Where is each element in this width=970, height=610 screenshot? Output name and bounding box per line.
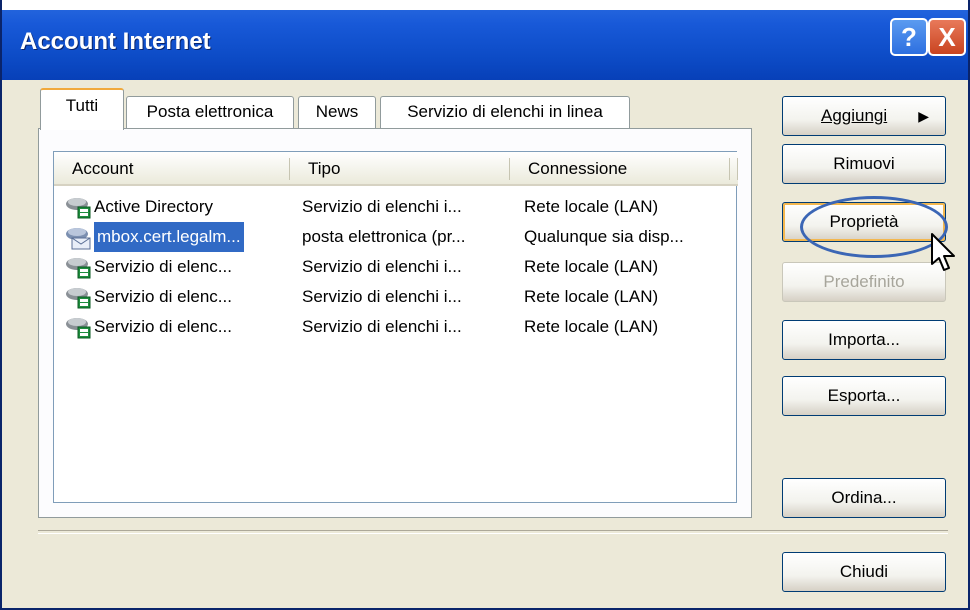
tab-servizio-elenchi[interactable]: Servizio di elenchi in linea [380,96,630,128]
aggiungi-label: Aggiungi [821,106,888,125]
mouse-pointer-icon [931,233,955,271]
column-header-account[interactable]: Account [54,152,290,186]
aggiungi-button[interactable]: Aggiungi ▶ [782,96,946,136]
column-header-filler [730,152,738,186]
importa-button[interactable]: Importa... [782,320,946,360]
window-title: Account Internet [20,28,211,55]
column-header-tipo[interactable]: Tipo [290,152,510,186]
list-item[interactable]: Servizio di elenc... Servizio di elenchi … [54,252,738,282]
account-name: Servizio di elenc... [94,257,232,276]
rimuovi-button[interactable]: Rimuovi [782,144,946,184]
arrow-right-icon: ▶ [918,108,929,124]
account-type: Servizio di elenchi i... [302,197,462,216]
account-type: Servizio di elenchi i... [302,287,462,306]
title-bar[interactable]: Account Internet ? X [2,0,968,80]
directory-service-icon [64,196,92,220]
close-button[interactable]: X [928,18,966,56]
list-item[interactable]: Servizio di elenc... Servizio di elenchi … [54,282,738,312]
account-type: Servizio di elenchi i... [302,257,462,276]
account-name: Servizio di elenc... [94,287,232,306]
account-connection: Rete locale (LAN) [524,287,659,306]
help-button[interactable]: ? [890,18,928,56]
account-connection: Rete locale (LAN) [524,257,659,276]
directory-service-icon [64,316,92,340]
list-item[interactable]: Active Directory Servizio di elenchi i...… [54,192,738,222]
account-connection: Rete locale (LAN) [524,197,659,216]
account-connection: Qualunque sia disp... [524,227,684,246]
account-internet-dialog: Account Internet ? X Tutti Posta elettro… [0,0,970,610]
directory-service-icon [64,256,92,280]
account-type: Servizio di elenchi i... [302,317,462,336]
account-type: posta elettronica (pr... [302,227,466,246]
tab-tutti[interactable]: Tutti [40,88,124,130]
directory-service-icon [64,286,92,310]
account-connection: Rete locale (LAN) [524,317,659,336]
account-name: mbox.cert.legalm... [94,222,244,252]
chiudi-button[interactable]: Chiudi [782,552,946,592]
mail-account-icon [64,226,92,250]
highlight-circle [800,196,948,258]
list-item[interactable]: Servizio di elenc... Servizio di elenchi … [54,312,738,342]
separator [38,530,948,534]
tab-news[interactable]: News [298,96,376,128]
tab-panel: Account Tipo Connessione Active Director… [38,128,752,518]
ordina-button[interactable]: Ordina... [782,478,946,518]
tab-posta-elettronica[interactable]: Posta elettronica [126,96,294,128]
accounts-list[interactable]: Account Tipo Connessione Active Director… [53,151,738,503]
column-header-connessione[interactable]: Connessione [510,152,730,186]
account-name: Servizio di elenc... [94,317,232,336]
esporta-button[interactable]: Esporta... [782,376,946,416]
account-name: Active Directory [94,197,214,216]
predefinito-button: Predefinito [782,262,946,302]
list-item[interactable]: mbox.cert.legalm... posta elettronica (pr… [54,222,738,252]
